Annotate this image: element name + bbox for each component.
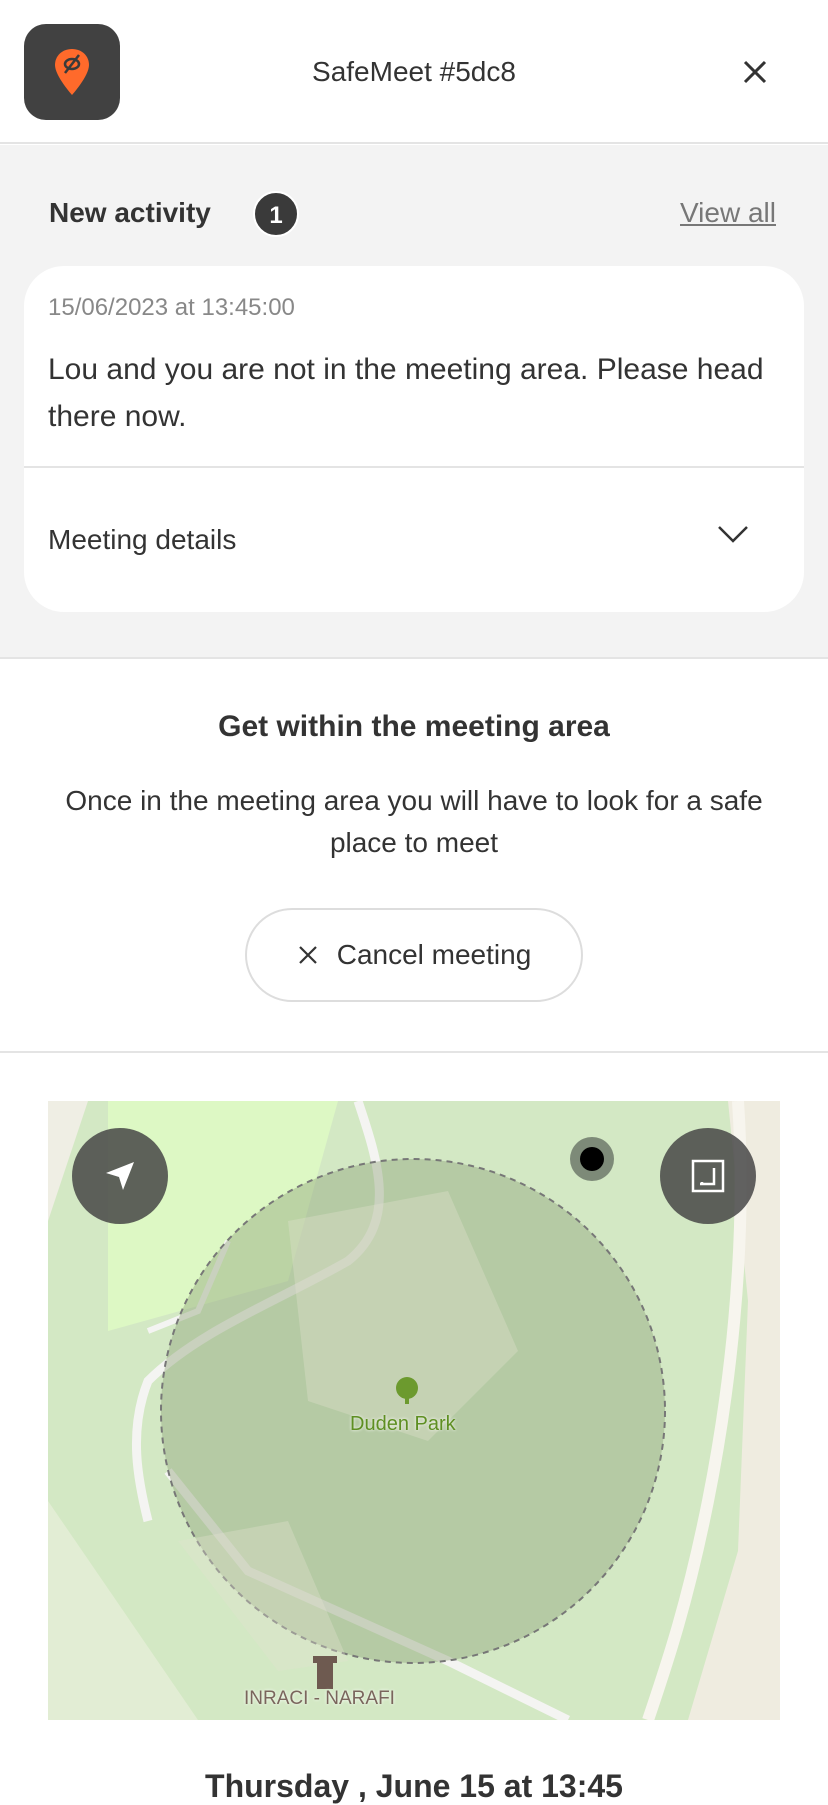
chevron-down-icon[interactable]: [716, 522, 750, 546]
expand-icon: [691, 1159, 725, 1193]
activity-card: 15/06/2023 at 13:45:00 Lou and you are n…: [24, 266, 804, 612]
castle-icon: [313, 1656, 337, 1689]
view-all-link[interactable]: View all: [680, 197, 776, 229]
page-title: SafeMeet #5dc8: [312, 56, 516, 87]
activity-section: New activity 1 View all 15/06/2023 at 13…: [0, 145, 828, 659]
divider: [0, 1051, 828, 1053]
locate-me-button[interactable]: [72, 1128, 168, 1224]
user-location-dot: [580, 1147, 604, 1171]
activity-message: Lou and you are not in the meeting area.…: [48, 353, 764, 433]
divider: [24, 466, 804, 468]
cancel-meeting-button[interactable]: Cancel meeting: [245, 908, 583, 1002]
instructions-title: Get within the meeting area: [218, 710, 610, 743]
app-header: SafeMeet #5dc8: [0, 0, 828, 144]
navigation-arrow-icon: [106, 1162, 134, 1190]
meeting-details-toggle[interactable]: Meeting details: [48, 524, 236, 556]
map[interactable]: Duden Park INRACI - NARAFI: [48, 1101, 780, 1720]
instructions-body: Once in the meeting area you will have t…: [65, 785, 763, 858]
close-icon[interactable]: [735, 52, 775, 92]
expand-map-button[interactable]: [660, 1128, 756, 1224]
activity-heading: New activity: [49, 197, 211, 228]
poi-label: INRACI - NARAFI: [244, 1688, 395, 1709]
park-label: Duden Park: [350, 1413, 456, 1435]
close-icon: [298, 946, 317, 964]
activity-count-badge: 1: [253, 191, 299, 237]
cancel-meeting-label: Cancel meeting: [336, 939, 532, 970]
activity-timestamp: 15/06/2023 at 13:45:00: [48, 294, 295, 321]
meeting-date: Thursday , June 15 at 13:45: [205, 1768, 623, 1804]
